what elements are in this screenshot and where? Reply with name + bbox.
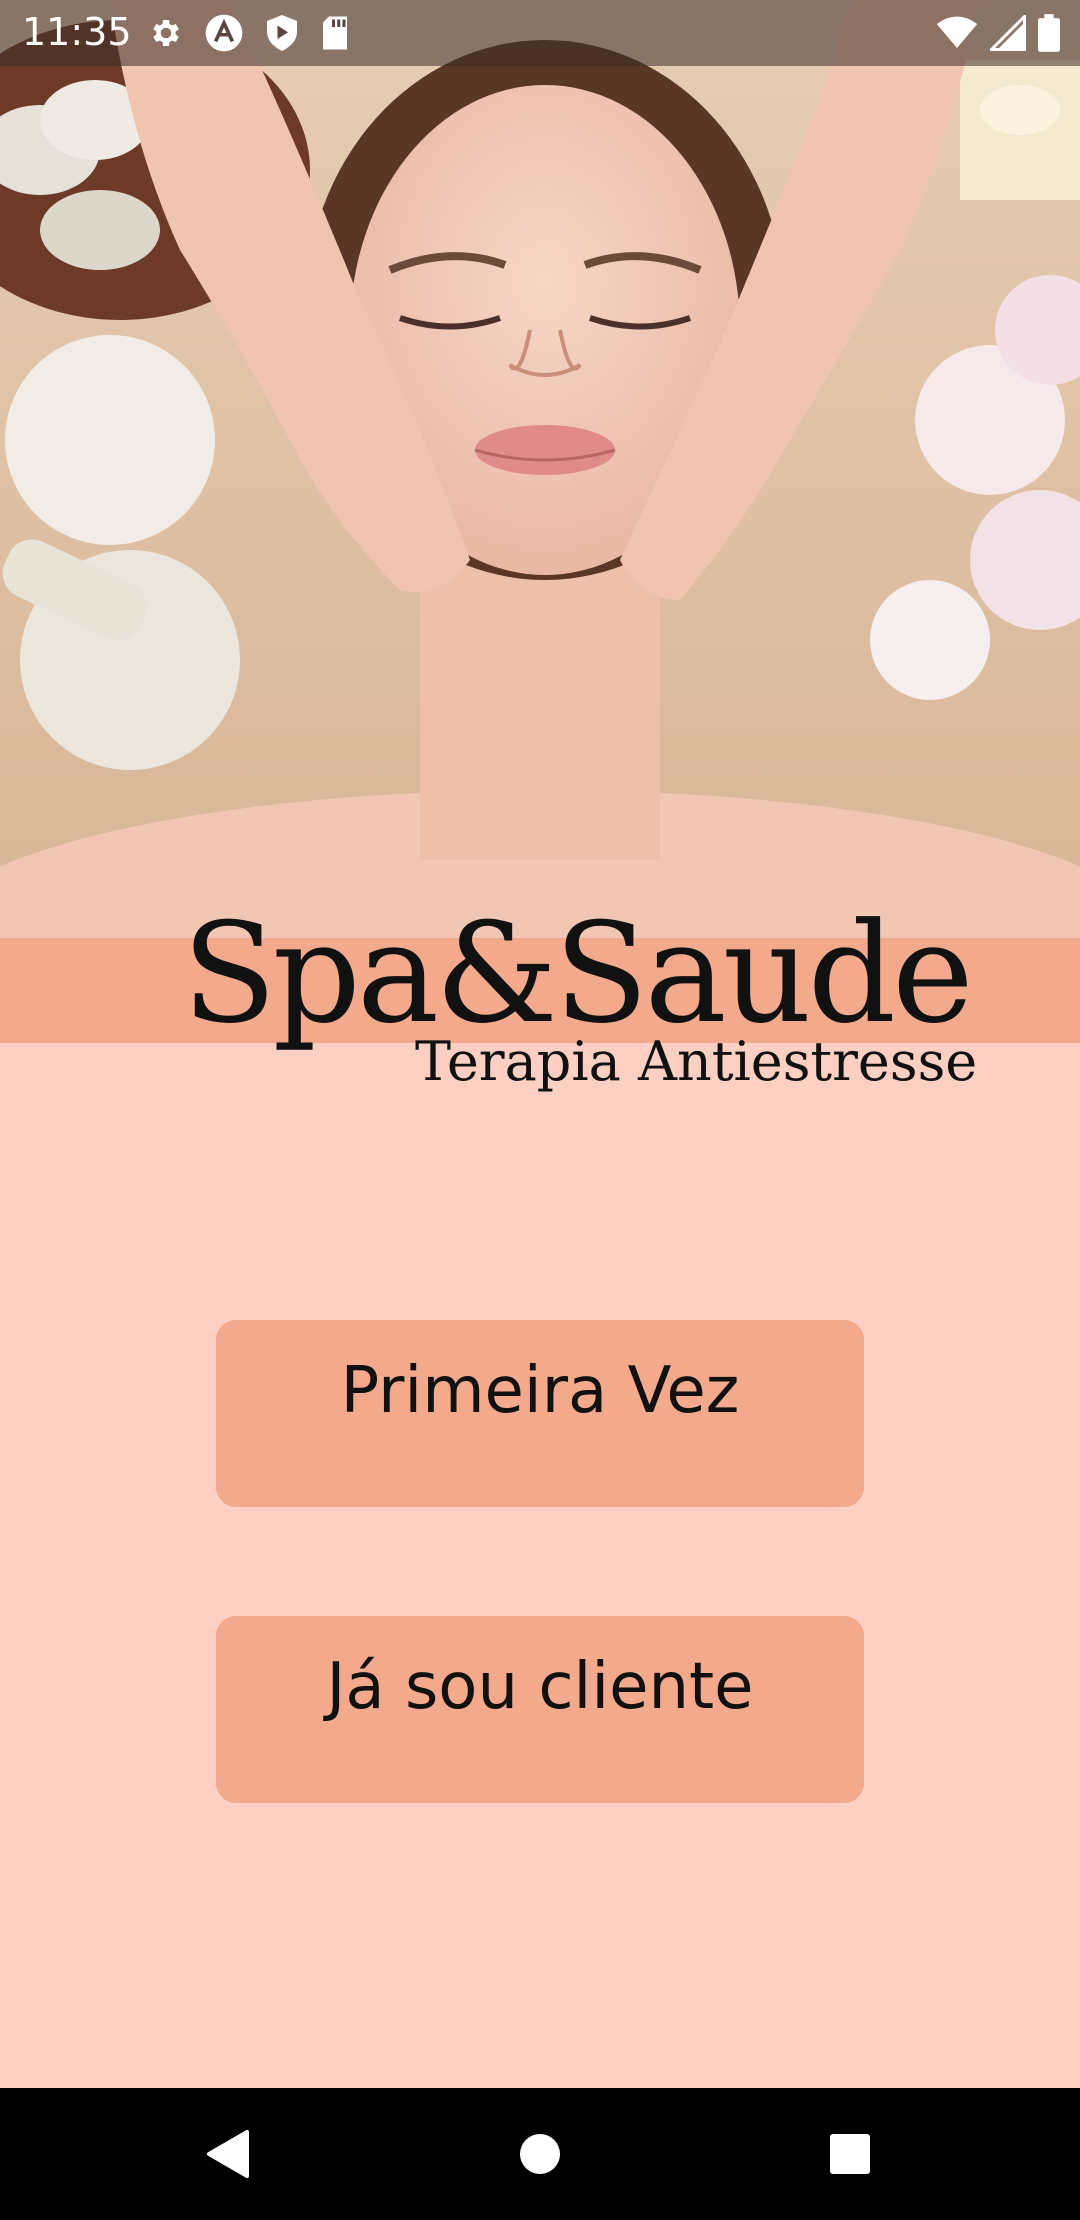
existing-client-button-label: Já sou cliente	[326, 1650, 754, 1724]
status-icons-left	[148, 14, 350, 52]
wifi-icon	[936, 15, 978, 51]
logo-subtitle: Terapia Antiestresse	[415, 1030, 978, 1093]
status-icons-right	[936, 14, 1060, 52]
navigation-bar	[0, 2088, 1080, 2220]
back-icon[interactable]	[198, 2124, 258, 2184]
logo-title: Spa&Saude	[182, 893, 974, 1054]
first-time-button[interactable]: Primeira Vez	[216, 1320, 864, 1507]
settings-icon	[148, 15, 184, 51]
shield-play-icon	[264, 13, 300, 53]
spa-photo-illustration	[0, 0, 1080, 940]
existing-client-button[interactable]: Já sou cliente	[216, 1616, 864, 1803]
home-icon[interactable]	[510, 2124, 570, 2184]
status-bar: 11:35	[0, 0, 1080, 66]
battery-icon	[1038, 14, 1060, 52]
signal-icon	[990, 15, 1026, 51]
first-time-button-label: Primeira Vez	[340, 1354, 740, 1428]
recents-icon[interactable]	[820, 2124, 880, 2184]
sd-card-icon	[320, 15, 350, 51]
hero-image	[0, 0, 1080, 940]
app-a-icon	[204, 13, 244, 53]
welcome-screen: 11:35 Spa&Saude Terapia Antiestresse Pri…	[0, 0, 1080, 2220]
status-time: 11:35	[22, 10, 132, 54]
